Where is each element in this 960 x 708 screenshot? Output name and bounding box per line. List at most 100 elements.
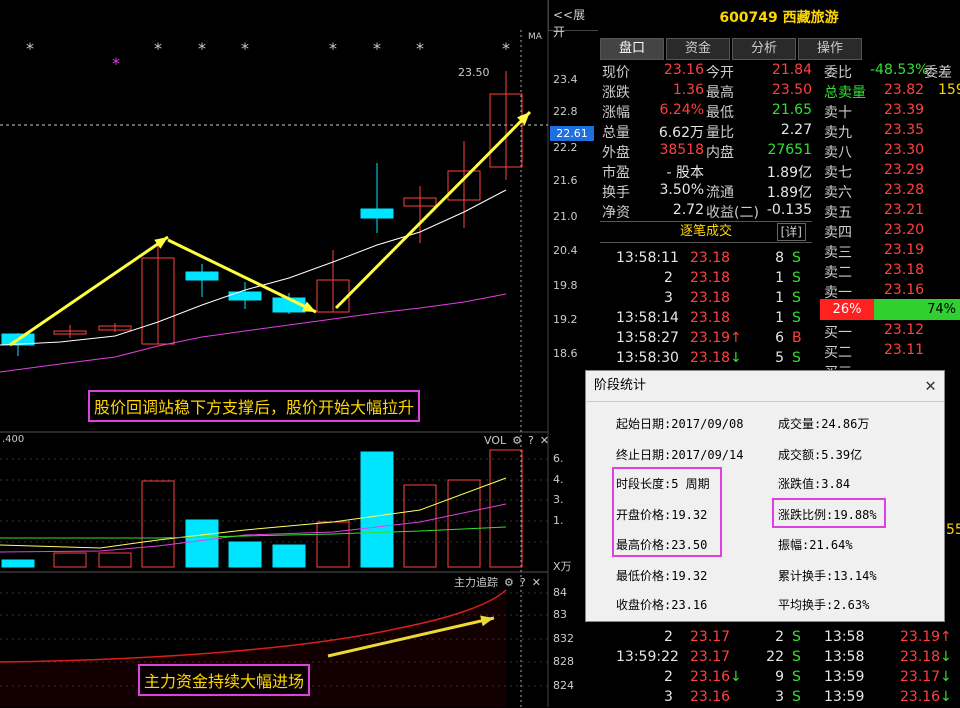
trade-price: 23.18 bbox=[690, 270, 731, 286]
dialog-close-icon[interactable]: ✕ bbox=[925, 375, 936, 396]
tick-time: 13:59 bbox=[824, 669, 865, 685]
trade-side: S bbox=[792, 250, 801, 266]
price-tick: 21.6 bbox=[553, 174, 578, 187]
ma-label: MA bbox=[528, 32, 542, 42]
highlight-box-change bbox=[772, 498, 886, 528]
orderbook-extra: 55 bbox=[946, 522, 960, 538]
trade-arrow: ↓ bbox=[730, 350, 742, 366]
tick-price: 23.18 bbox=[900, 649, 941, 665]
trade-price: 23.18 bbox=[690, 250, 731, 266]
trade-price: 23.19 bbox=[690, 330, 731, 346]
trade-side: B bbox=[792, 330, 802, 346]
trade-price: 23.17 bbox=[690, 629, 731, 645]
vol-unit: X万 bbox=[553, 560, 572, 573]
tab-analysis[interactable]: 分析 bbox=[732, 38, 796, 60]
quote-label: 量比 bbox=[706, 125, 734, 141]
trade-side: S bbox=[792, 310, 801, 326]
trade-volume: 1 bbox=[775, 290, 784, 306]
quote-label: 今开 bbox=[706, 65, 734, 81]
stage-stats-dialog[interactable]: 阶段统计 ✕ 起始日期:2017/09/08 成交量:24.86万 终止日期:2… bbox=[585, 370, 945, 622]
close-icon[interactable]: ✕ bbox=[540, 434, 549, 447]
volume-bar bbox=[316, 521, 350, 568]
tick-arrow: ↓ bbox=[940, 649, 952, 665]
quote-value: 27651 bbox=[767, 142, 812, 158]
quote-value: 23.50 bbox=[771, 82, 812, 98]
ma-long-line bbox=[0, 293, 507, 373]
tab-funds[interactable]: 资金 bbox=[666, 38, 730, 60]
trade-volume: 9 bbox=[775, 669, 784, 685]
trade-volume: 3 bbox=[775, 689, 784, 705]
tab-operate[interactable]: 操作 bbox=[798, 38, 862, 60]
tick-arrow: ↓ bbox=[940, 689, 952, 705]
quote-label: 内盘 bbox=[706, 145, 734, 161]
help-icon[interactable]: ? bbox=[528, 434, 534, 447]
quote-label: 最高 bbox=[706, 85, 734, 101]
price-tick: 18.6 bbox=[553, 347, 578, 360]
marker-star: * bbox=[416, 39, 424, 58]
dialog-title: 阶段统计 bbox=[586, 371, 944, 402]
volume-bar bbox=[403, 484, 437, 568]
trend-arrow bbox=[9, 235, 169, 347]
end-date: 终止日期:2017/09/14 bbox=[616, 448, 744, 462]
quote-label: 最低 bbox=[706, 105, 734, 121]
trade-side: S bbox=[792, 270, 801, 286]
help-icon[interactable]: ? bbox=[520, 576, 526, 589]
sell-level-label: 卖二 bbox=[824, 265, 852, 281]
price-tick: 19.8 bbox=[553, 279, 578, 292]
tick-arrow: ↓ bbox=[940, 669, 952, 685]
quote-value: 3.50% bbox=[659, 182, 704, 198]
price-tick: 21.0 bbox=[553, 210, 578, 223]
kline-svg: * * * * * * * * * bbox=[0, 0, 549, 707]
trade-count: 3 bbox=[664, 689, 673, 705]
sell-level-price: 23.21 bbox=[884, 202, 925, 218]
close-price: 收盘价格:23.16 bbox=[616, 598, 708, 612]
close-icon[interactable]: ✕ bbox=[532, 576, 541, 589]
expand-button[interactable]: <<展开 bbox=[553, 6, 597, 40]
sell-level-label: 卖三 bbox=[824, 245, 852, 261]
quote-label: 收益(二) bbox=[706, 205, 759, 221]
vol-tick: 6. bbox=[553, 452, 564, 465]
weibi-value: -48.53% bbox=[870, 62, 929, 78]
volume-bar bbox=[185, 519, 219, 568]
gear-icon[interactable]: ⚙ bbox=[504, 576, 514, 589]
weicha-label: 委差 bbox=[924, 65, 952, 81]
current-price-tag: 22.61 bbox=[550, 126, 594, 141]
vol-ma-line bbox=[0, 526, 507, 539]
buy-level-label: 买二 bbox=[824, 345, 852, 361]
marker-star: * bbox=[112, 54, 120, 73]
gear-icon[interactable]: ⚙ bbox=[512, 434, 522, 447]
price-annotation: 股价回调站稳下方支撑后，股价开始大幅拉升 bbox=[88, 390, 421, 422]
sell-level-label: 卖七 bbox=[824, 165, 852, 181]
trade-price: 23.16 bbox=[690, 689, 731, 705]
marker-star: * bbox=[373, 39, 381, 58]
volume-bar bbox=[53, 552, 87, 568]
buy-level-label: 买一 bbox=[824, 325, 852, 341]
trades-detail-button[interactable]: [详] bbox=[776, 223, 806, 241]
volume: 成交量:24.86万 bbox=[778, 417, 870, 431]
volume-bar bbox=[98, 552, 132, 568]
tick-time: 13:58 bbox=[824, 629, 865, 645]
quote-label: 流通 bbox=[706, 185, 734, 201]
high-price-label: 23.50 bbox=[458, 66, 490, 79]
sell-level-price: 23.39 bbox=[884, 102, 925, 118]
tick-arrow: ↑ bbox=[940, 629, 952, 645]
quote-value: - 股本 bbox=[666, 165, 704, 181]
tab-handicap[interactable]: 盘口 bbox=[600, 38, 664, 60]
trade-side: S bbox=[792, 669, 801, 685]
tick-time: 13:58 bbox=[824, 649, 865, 665]
trades-header: 逐笔成交 [详] bbox=[600, 221, 812, 243]
candle-body bbox=[228, 291, 262, 301]
buy-level-price: 23.12 bbox=[884, 322, 925, 338]
trade-side: S bbox=[792, 290, 801, 306]
trade-volume: 1 bbox=[775, 270, 784, 286]
arrow-head bbox=[154, 237, 168, 249]
kline-chart[interactable]: * * * * * * * * * <<展开 MA 23.50 23.4 22.8 22.2 21.6… bbox=[0, 0, 599, 707]
vol-left-value: .400 bbox=[2, 434, 25, 445]
trade-time: 13:58:30 bbox=[616, 350, 679, 366]
price-tick: 20.4 bbox=[553, 244, 578, 257]
start-date: 起始日期:2017/09/08 bbox=[616, 417, 744, 431]
trade-volume: 6 bbox=[775, 330, 784, 346]
trade-time: 13:58:11 bbox=[616, 250, 679, 266]
tick-time: 13:59 bbox=[824, 689, 865, 705]
quote-value: 6.62万 bbox=[658, 125, 704, 141]
